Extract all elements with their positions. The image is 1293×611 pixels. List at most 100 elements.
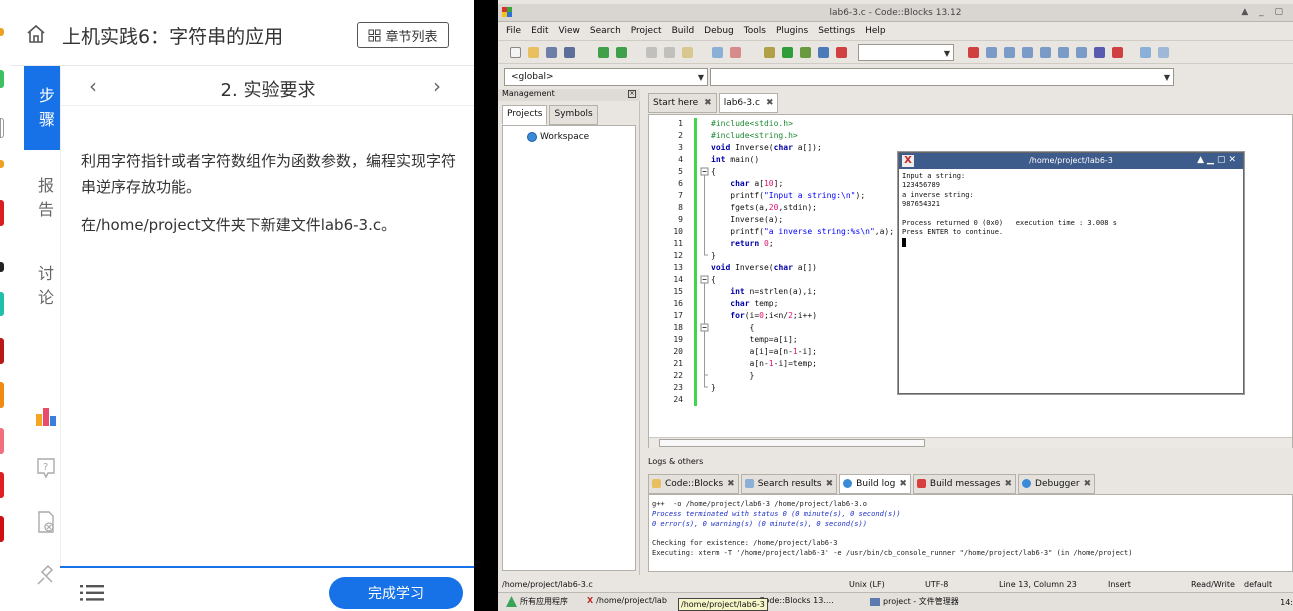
next-step-icon[interactable]: › <box>433 74 441 98</box>
close-tab-icon[interactable]: ✖ <box>1005 479 1013 493</box>
code-line[interactable]: { <box>711 274 894 286</box>
code-line[interactable]: a[i]=a[n-1-i]; <box>711 346 894 358</box>
undo-icon[interactable] <box>598 47 609 58</box>
outline-list-icon[interactable] <box>80 584 104 602</box>
window-controls[interactable]: ▲ _ ▢ <box>1241 7 1287 17</box>
terminal-window[interactable]: X /home/project/lab6-3 ▲▁▢✕ Input a stri… <box>898 152 1244 394</box>
ranking-icon[interactable] <box>34 404 58 428</box>
close-tab-icon[interactable]: ✖ <box>766 98 774 112</box>
debug-info-icon[interactable] <box>1158 47 1169 58</box>
code-line[interactable]: a[n-1-i]=temp; <box>711 358 894 370</box>
redo-icon[interactable] <box>616 47 627 58</box>
menu-settings[interactable]: Settings <box>818 26 855 36</box>
code-line[interactable]: } <box>711 382 894 394</box>
code-line[interactable] <box>711 394 894 406</box>
close-tab-icon[interactable]: ✖ <box>1084 479 1092 493</box>
code-line[interactable]: #include<string.h> <box>711 130 894 142</box>
complete-study-button[interactable]: 完成学习 <box>329 577 463 609</box>
save-all-icon[interactable] <box>564 47 575 58</box>
menu-plugins[interactable]: Plugins <box>776 26 808 36</box>
close-icon[interactable]: × <box>628 90 636 98</box>
step-instruction-icon[interactable] <box>1076 47 1087 58</box>
home-icon[interactable] <box>26 24 46 44</box>
code-line[interactable]: printf("a inverse string:%s\n",a); <box>711 226 894 238</box>
copy-icon[interactable] <box>664 47 675 58</box>
tab-codeblocks-log[interactable]: Code::Blocks ✖ <box>648 474 739 494</box>
build-icon[interactable] <box>764 47 775 58</box>
replace-icon[interactable] <box>730 47 741 58</box>
scope-select[interactable]: <global> ▼ <box>504 68 708 86</box>
source-code[interactable]: #include<stdio.h> #include<string.h> void … <box>711 118 894 406</box>
code-line[interactable]: { <box>711 322 894 334</box>
find-icon[interactable] <box>712 47 723 58</box>
rebuild-icon[interactable] <box>818 47 829 58</box>
report-issue-icon[interactable] <box>34 510 58 534</box>
menu-view[interactable]: View <box>559 26 580 36</box>
close-tab-icon[interactable]: ✖ <box>704 98 712 112</box>
close-tab-icon[interactable]: ✖ <box>727 479 735 493</box>
terminal-window-controls[interactable]: ▲▁▢✕ <box>1197 155 1239 165</box>
chapter-list-button[interactable]: 章节列表 <box>357 22 449 48</box>
next-line-icon[interactable] <box>1004 47 1015 58</box>
code-line[interactable]: #include<stdio.h> <box>711 118 894 130</box>
menu-tools[interactable]: Tools <box>744 26 766 36</box>
code-line[interactable]: return 0; <box>711 238 894 250</box>
build-run-icon[interactable] <box>800 47 811 58</box>
tab-start-here[interactable]: Start here ✖ <box>648 93 717 113</box>
code-line[interactable]: char a[10]; <box>711 178 894 190</box>
code-line[interactable]: { <box>711 166 894 178</box>
menu-project[interactable]: Project <box>631 26 662 36</box>
step-out-icon[interactable] <box>1040 47 1051 58</box>
pause-icon[interactable] <box>1094 47 1105 58</box>
menu-debug[interactable]: Debug <box>704 26 734 36</box>
tab-lab6-3[interactable]: lab6-3.c ✖ <box>718 93 779 113</box>
debug-windows-icon[interactable] <box>1140 47 1151 58</box>
applications-menu[interactable]: 所有应用程序 <box>506 596 568 607</box>
tools-icon[interactable] <box>34 564 58 588</box>
taskbar-item-terminal[interactable]: X /home/project/lab <box>587 596 667 605</box>
tab-projects[interactable]: Projects <box>502 105 548 125</box>
close-tab-icon[interactable]: ✖ <box>899 479 907 493</box>
run-icon[interactable] <box>782 47 793 58</box>
paste-icon[interactable] <box>682 47 693 58</box>
debug-icon[interactable] <box>968 47 979 58</box>
code-line[interactable]: } <box>711 370 894 382</box>
open-file-icon[interactable] <box>528 47 539 58</box>
code-line[interactable]: int main() <box>711 154 894 166</box>
tab-debugger[interactable]: Debugger ✖ <box>1018 474 1096 494</box>
cut-icon[interactable] <box>646 47 657 58</box>
tab-build-log[interactable]: Build log ✖ <box>839 474 911 494</box>
code-line[interactable]: temp=a[i]; <box>711 334 894 346</box>
menu-edit[interactable]: Edit <box>531 26 548 36</box>
step-into-icon[interactable] <box>1022 47 1033 58</box>
menu-build[interactable]: Build <box>672 26 695 36</box>
function-select[interactable]: ▼ <box>710 68 1174 86</box>
menu-help[interactable]: Help <box>865 26 886 36</box>
help-icon[interactable]: ? <box>34 456 58 480</box>
code-line[interactable]: void Inverse(char a[]); <box>711 142 894 154</box>
new-file-icon[interactable] <box>510 47 521 58</box>
stop-debug-icon[interactable] <box>1112 47 1123 58</box>
menu-search[interactable]: Search <box>590 26 621 36</box>
code-line[interactable]: fgets(a,20,stdin); <box>711 202 894 214</box>
taskbar-item-file-manager[interactable]: project - 文件管理器 <box>870 596 959 607</box>
next-instruction-icon[interactable] <box>1058 47 1069 58</box>
tree-item-workspace[interactable]: Workspace <box>527 132 589 142</box>
abort-icon[interactable] <box>836 47 847 58</box>
menu-file[interactable]: File <box>506 26 521 36</box>
code-line[interactable]: } <box>711 250 894 262</box>
save-icon[interactable] <box>546 47 557 58</box>
run-to-cursor-icon[interactable] <box>986 47 997 58</box>
close-tab-icon[interactable]: ✖ <box>826 479 834 493</box>
code-line[interactable]: int n=strlen(a),i; <box>711 286 894 298</box>
code-line[interactable]: for(i=0;i<n/2;i++) <box>711 310 894 322</box>
code-line[interactable]: printf("Input a string:\n"); <box>711 190 894 202</box>
scrollbar-thumb[interactable] <box>659 439 925 447</box>
tab-build-messages[interactable]: Build messages ✖ <box>912 474 1017 494</box>
code-line[interactable]: Inverse(a); <box>711 214 894 226</box>
code-line[interactable]: char temp; <box>711 298 894 310</box>
tab-symbols[interactable]: Symbols <box>549 105 598 125</box>
horizontal-scrollbar[interactable] <box>649 437 1292 448</box>
code-line[interactable]: void Inverse(char a[]) <box>711 262 894 274</box>
build-target-select[interactable]: ▼ <box>858 44 954 61</box>
